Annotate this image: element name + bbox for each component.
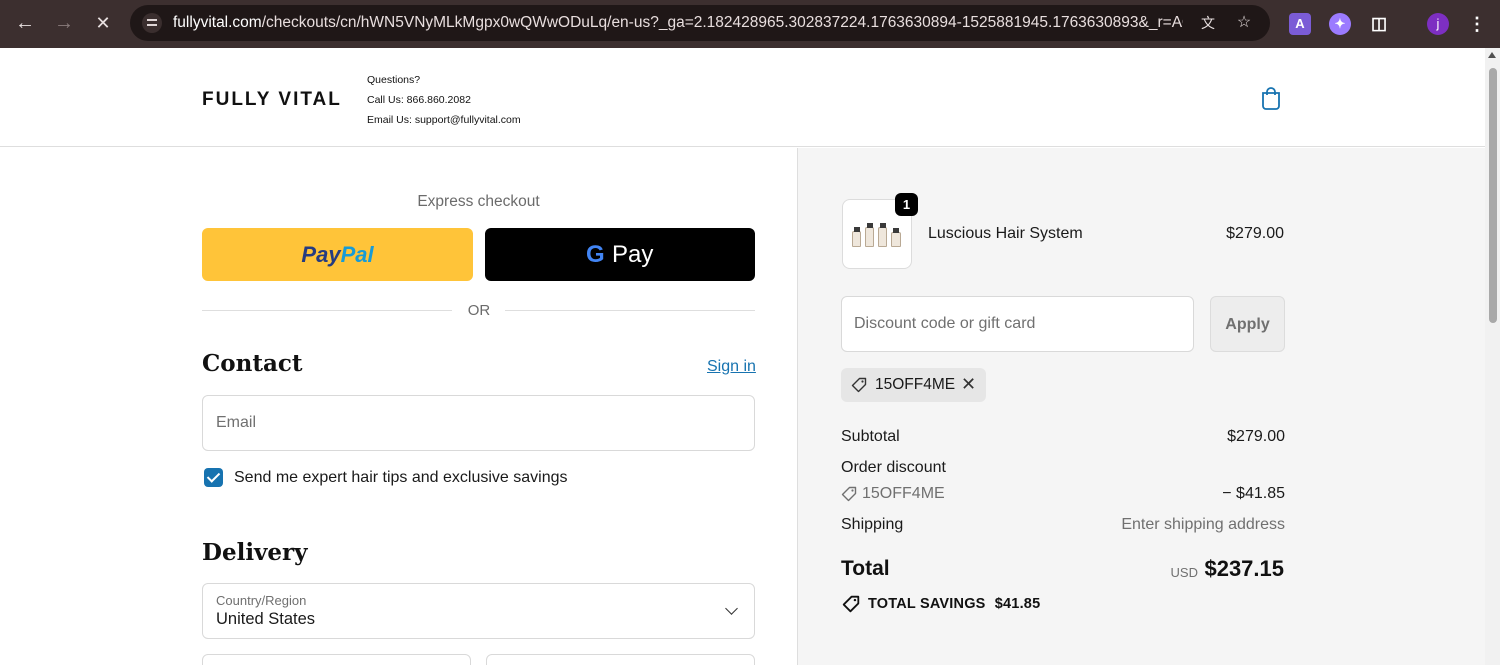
email-placeholder: Email — [216, 414, 257, 431]
shopping-bag-icon[interactable] — [1260, 86, 1282, 110]
shipping-label: Shipping — [841, 516, 904, 533]
translate-icon[interactable]: 文 — [1198, 13, 1218, 33]
scrollbar-thumb[interactable] — [1489, 68, 1497, 323]
savings-value: $41.85 — [994, 596, 1041, 612]
extension-a-icon[interactable]: A — [1289, 13, 1311, 35]
browser-menu-icon[interactable]: ⋮ — [1466, 13, 1488, 35]
discount-code-input[interactable]: Discount code or gift card — [841, 296, 1194, 352]
country-select[interactable]: Country/Region United States — [202, 583, 755, 639]
applied-code: 15OFF4ME — [875, 376, 956, 393]
google-g-icon: G — [586, 241, 605, 268]
sign-in-link[interactable]: Sign in — [707, 358, 756, 376]
savings-tag-icon — [842, 595, 860, 613]
remove-discount-icon[interactable]: ✕ — [961, 374, 976, 395]
product-name: Luscious Hair System — [928, 225, 1083, 242]
google-pay-button[interactable]: G Pay — [485, 228, 755, 281]
page-scrollbar[interactable] — [1485, 48, 1500, 665]
total-savings: TOTAL SAVINGS $41.85 — [868, 596, 1040, 612]
questions-heading: Questions? — [367, 74, 421, 86]
delivery-heading: Delivery — [202, 539, 308, 566]
subtotal-label: Subtotal — [841, 428, 900, 445]
newsletter-label[interactable]: Send me expert hair tips and exclusive s… — [234, 469, 568, 487]
shipping-row: Shipping Enter shipping address — [841, 516, 1285, 534]
subtotal-row: Subtotal $279.00 — [841, 428, 1285, 446]
email-text: Email Us: support@fullyvital.com — [367, 114, 521, 126]
url-text[interactable]: fullyvital.com/checkouts/cn/hWN5VNyMLkMg… — [173, 14, 1183, 32]
stop-loading-icon[interactable]: ✕ — [88, 8, 118, 38]
applied-discount-chip: 15OFF4ME ✕ — [841, 368, 986, 402]
chevron-down-icon — [725, 602, 738, 615]
divider-right — [505, 310, 755, 311]
divider-left — [202, 310, 452, 311]
first-name-field[interactable] — [202, 654, 471, 665]
phone-text: Call Us: 866.860.2082 — [367, 94, 471, 106]
discount-placeholder: Discount code or gift card — [854, 315, 1036, 332]
email-field[interactable]: Email — [202, 395, 755, 451]
order-summary: 1 Luscious Hair System $279.00 Discount … — [797, 148, 1485, 665]
discount-code-row: 15OFF4ME − $41.85 — [841, 485, 1285, 503]
savings-label: TOTAL SAVINGS — [868, 596, 986, 612]
country-value: United States — [216, 610, 316, 628]
product-price: $279.00 — [1226, 225, 1284, 242]
address-bar[interactable]: fullyvital.com/checkouts/cn/hWN5VNyMLkMg… — [130, 5, 1270, 41]
extension-star-icon[interactable]: ✦ — [1329, 13, 1351, 35]
scroll-up-arrow-icon[interactable] — [1488, 52, 1496, 58]
apply-discount-button[interactable]: Apply — [1210, 296, 1285, 352]
forward-icon[interactable]: → — [49, 8, 79, 38]
country-label: Country/Region — [216, 593, 307, 608]
shop-header: FULLY VITAL Questions? Call Us: 866.860.… — [0, 48, 1485, 147]
store-logo[interactable]: FULLY VITAL — [202, 89, 342, 111]
shipping-value: Enter shipping address — [1121, 516, 1285, 533]
last-name-field[interactable] — [486, 654, 755, 665]
back-icon[interactable]: ← — [10, 8, 40, 38]
support-contact: Questions? Call Us: 866.860.2082 Email U… — [367, 70, 521, 130]
contact-heading: Contact — [202, 350, 303, 377]
subtotal-value: $279.00 — [1227, 428, 1285, 445]
google-pay-label: Pay — [612, 241, 654, 268]
tag-icon — [841, 486, 857, 502]
tag-icon — [851, 377, 867, 393]
site-info-icon[interactable] — [142, 13, 162, 33]
or-separator: OR — [467, 302, 491, 319]
quantity-badge: 1 — [895, 193, 918, 216]
browser-toolbar: ← → ✕ fullyvital.com/checkouts/cn/hWN5VN… — [0, 0, 1500, 48]
order-discount-label: Order discount — [841, 459, 946, 476]
total-label: Total — [841, 557, 890, 580]
extensions-puzzle-icon[interactable]: ◫ — [1368, 13, 1390, 35]
checkout-main: Express checkout PayPal G Pay OR Contact… — [0, 148, 797, 665]
order-discount-row: Order discount — [841, 459, 1285, 477]
express-checkout-label: Express checkout — [417, 193, 540, 210]
paypal-button[interactable]: PayPal — [202, 228, 473, 281]
total-value: $237.15 — [1204, 556, 1284, 581]
profile-avatar[interactable]: j — [1427, 13, 1449, 35]
newsletter-checkbox[interactable] — [204, 468, 223, 487]
discount-code-label: 15OFF4ME — [862, 485, 945, 502]
currency-code: USD — [1170, 565, 1198, 580]
discount-amount: − $41.85 — [1222, 485, 1285, 502]
bookmark-star-icon[interactable]: ☆ — [1234, 13, 1254, 33]
